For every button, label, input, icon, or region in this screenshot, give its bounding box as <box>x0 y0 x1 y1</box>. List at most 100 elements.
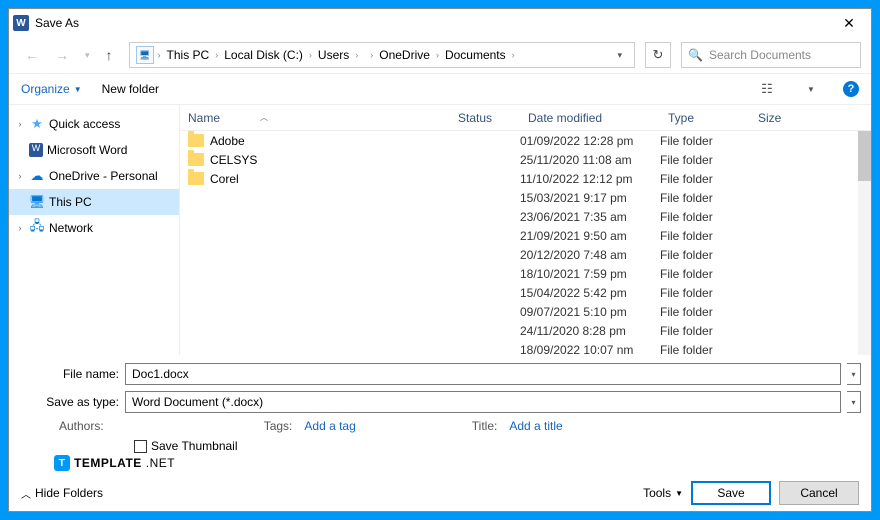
table-row[interactable]: 21/09/2021 9:50 amFile folder <box>180 226 871 245</box>
sidebar: ›★Quick access WMicrosoft Word ›☁OneDriv… <box>9 105 179 355</box>
file-date: 25/11/2020 11:08 am <box>520 153 660 167</box>
form-area: File name: ▾ Save as type: ▾ Authors: Ta… <box>9 355 871 475</box>
file-type: File folder <box>660 153 750 167</box>
chevron-down-icon: ▼ <box>675 489 683 498</box>
sidebar-item-network[interactable]: ›🖧Network <box>9 215 179 241</box>
file-type: File folder <box>660 305 750 319</box>
tools-menu[interactable]: Tools▼ <box>643 486 683 500</box>
forward-arrow-icon[interactable]: → <box>49 43 75 67</box>
up-arrow-icon[interactable]: ↑ <box>100 43 119 67</box>
new-folder-button[interactable]: New folder <box>102 82 159 96</box>
table-row[interactable]: 23/06/2021 7:35 amFile folder <box>180 207 871 226</box>
column-name[interactable]: Name︿ <box>180 111 450 125</box>
file-date: 24/11/2020 8:28 pm <box>520 324 660 338</box>
search-placeholder: Search Documents <box>709 48 811 62</box>
cloud-icon: ☁ <box>29 168 45 184</box>
file-type: File folder <box>660 191 750 205</box>
table-row[interactable]: 18/09/2022 10:07 nmFile folder <box>180 340 871 355</box>
filename-dropdown-icon[interactable]: ▾ <box>847 363 861 385</box>
sidebar-item-microsoft-word[interactable]: WMicrosoft Word <box>9 137 179 163</box>
file-date: 09/07/2021 5:10 pm <box>520 305 660 319</box>
crumb-documents[interactable]: Documents <box>441 48 510 62</box>
file-date: 15/03/2021 9:17 pm <box>520 191 660 205</box>
close-button[interactable]: ✕ <box>831 9 867 37</box>
sidebar-item-this-pc[interactable]: 🖥This PC <box>9 189 179 215</box>
file-date: 15/04/2022 5:42 pm <box>520 286 660 300</box>
file-type: File folder <box>660 248 750 262</box>
word-app-icon: W <box>13 15 29 31</box>
word-icon: W <box>29 143 43 157</box>
address-bar[interactable]: 🖥 › This PC› Local Disk (C:)› Users› › O… <box>129 42 635 68</box>
column-date[interactable]: Date modified <box>520 111 660 125</box>
table-row[interactable]: Adobe01/09/2022 12:28 pmFile folder <box>180 131 871 150</box>
file-name: Corel <box>210 172 239 186</box>
table-row[interactable]: 15/04/2022 5:42 pmFile folder <box>180 283 871 302</box>
pc-icon: 🖥 <box>136 46 154 64</box>
tags-label: Tags: <box>264 419 293 433</box>
address-dropdown-icon[interactable]: ▾ <box>609 50 630 61</box>
table-row[interactable]: 20/12/2020 7:48 amFile folder <box>180 245 871 264</box>
file-type: File folder <box>660 229 750 243</box>
recent-dropdown-icon[interactable]: ▾ <box>79 46 96 65</box>
navigation-bar: ← → ▾ ↑ 🖥 › This PC› Local Disk (C:)› Us… <box>9 37 871 73</box>
logo-icon: T <box>54 455 70 471</box>
cancel-button[interactable]: Cancel <box>779 481 859 505</box>
saveastype-dropdown-icon[interactable]: ▾ <box>847 391 861 413</box>
column-type[interactable]: Type <box>660 111 750 125</box>
saveastype-label: Save as type: <box>19 395 119 409</box>
scrollbar[interactable] <box>858 131 871 355</box>
crumb-this-pc[interactable]: This PC <box>163 48 214 62</box>
crumb-local-disk[interactable]: Local Disk (C:) <box>220 48 307 62</box>
authors-label: Authors: <box>59 419 104 433</box>
column-size[interactable]: Size <box>750 111 810 125</box>
search-icon: 🔍 <box>688 48 703 62</box>
window-title: Save As <box>35 16 831 30</box>
file-type: File folder <box>660 324 750 338</box>
toolbar: Organize▼ New folder ☷ ▼ ? <box>9 73 871 105</box>
view-options-icon[interactable]: ☷ <box>755 81 779 97</box>
crumb-users[interactable]: Users <box>314 48 353 62</box>
network-icon: 🖧 <box>29 217 45 239</box>
save-thumbnail-label[interactable]: Save Thumbnail <box>151 439 238 453</box>
table-row[interactable]: CELSYS 25/11/2020 11:08 amFile folder <box>180 150 871 169</box>
table-row[interactable]: 15/03/2021 9:17 pmFile folder <box>180 188 871 207</box>
saveastype-select[interactable] <box>125 391 841 413</box>
file-date: 20/12/2020 7:48 am <box>520 248 660 262</box>
template-net-logo: T TEMPLATE.NET <box>54 455 861 471</box>
file-list: Name︿ Status Date modified Type Size Ado… <box>179 105 871 355</box>
crumb-onedrive[interactable]: OneDrive <box>375 48 434 62</box>
file-name: CELSYS <box>210 153 257 167</box>
table-row[interactable]: 18/10/2021 7:59 pmFile folder <box>180 264 871 283</box>
sort-indicator-icon: ︿ <box>260 112 268 123</box>
star-icon: ★ <box>29 116 45 132</box>
organize-menu[interactable]: Organize▼ <box>21 82 82 96</box>
table-row[interactable]: 09/07/2021 5:10 pmFile folder <box>180 302 871 321</box>
help-icon[interactable]: ? <box>843 81 859 97</box>
view-dropdown-icon[interactable]: ▼ <box>799 85 823 94</box>
hide-folders-toggle[interactable]: ︿Hide Folders <box>21 486 103 501</box>
add-tag-link[interactable]: Add a tag <box>304 419 355 433</box>
file-type: File folder <box>660 172 750 186</box>
footer: ︿Hide Folders Tools▼ Save Cancel <box>9 475 871 511</box>
add-title-link[interactable]: Add a title <box>509 419 562 433</box>
filename-label: File name: <box>19 367 119 381</box>
save-button[interactable]: Save <box>691 481 771 505</box>
file-date: 21/09/2021 9:50 am <box>520 229 660 243</box>
sidebar-item-onedrive[interactable]: ›☁OneDrive - Personal <box>9 163 179 189</box>
chevron-up-icon: ︿ <box>21 486 31 501</box>
file-type: File folder <box>660 286 750 300</box>
save-thumbnail-checkbox[interactable] <box>134 440 147 453</box>
scrollbar-thumb[interactable] <box>858 131 871 181</box>
file-date: 11/10/2022 12:12 pm <box>520 172 660 186</box>
column-status[interactable]: Status <box>450 111 520 125</box>
column-headers: Name︿ Status Date modified Type Size <box>180 105 871 131</box>
filename-input[interactable] <box>125 363 841 385</box>
back-arrow-icon[interactable]: ← <box>19 43 45 67</box>
table-row[interactable]: Corel 11/10/2022 12:12 pmFile folder <box>180 169 871 188</box>
table-row[interactable]: 24/11/2020 8:28 pmFile folder <box>180 321 871 340</box>
file-type: File folder <box>660 343 750 356</box>
sidebar-item-quick-access[interactable]: ›★Quick access <box>9 111 179 137</box>
folder-icon <box>188 153 204 166</box>
refresh-button[interactable]: ↻ <box>645 42 671 68</box>
search-input[interactable]: 🔍 Search Documents <box>681 42 861 68</box>
